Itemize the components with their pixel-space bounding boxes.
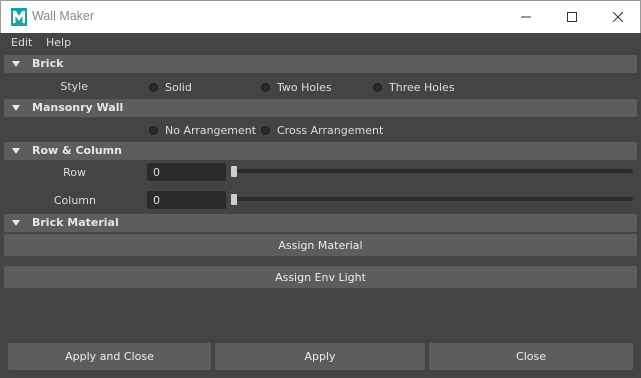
menu-edit[interactable]: Edit <box>11 36 32 49</box>
column-slider-track[interactable] <box>233 197 633 201</box>
menu-bar: Edit Help <box>0 33 641 53</box>
radio-button-icon <box>149 126 158 135</box>
row-slider-handle[interactable] <box>231 166 237 177</box>
section-rowcol-title: Row & Column <box>32 144 122 157</box>
radio-cross-arrangement[interactable]: Cross Arrangement <box>261 124 383 137</box>
apply-button[interactable]: Apply <box>215 343 425 370</box>
window-title: Wall Maker <box>32 9 95 23</box>
close-button[interactable]: Close <box>429 343 633 370</box>
collapse-triangle-icon <box>12 148 20 154</box>
minimize-button[interactable] <box>503 1 549 33</box>
close-window-button[interactable] <box>595 1 641 33</box>
row-input[interactable]: 0 <box>147 163 226 181</box>
style-label: Style <box>60 80 88 93</box>
collapse-triangle-icon <box>12 220 20 226</box>
section-brick-header[interactable]: Brick <box>4 55 637 73</box>
maximize-button[interactable] <box>549 1 595 33</box>
column-slider-handle[interactable] <box>231 194 237 205</box>
radio-two-holes-label: Two Holes <box>277 81 332 94</box>
section-material-header[interactable]: Brick Material <box>4 214 637 232</box>
radio-button-icon <box>149 83 158 92</box>
section-brick-title: Brick <box>32 57 64 70</box>
assign-env-light-button[interactable]: Assign Env Light <box>4 266 637 288</box>
maximize-icon <box>567 12 577 22</box>
apply-and-close-button[interactable]: Apply and Close <box>8 343 211 370</box>
row-slider-track[interactable] <box>233 169 633 173</box>
radio-solid-label: Solid <box>165 81 192 94</box>
radio-three-holes-label: Three Holes <box>389 81 455 94</box>
section-masonry-header[interactable]: Mansonry Wall <box>4 99 637 117</box>
radio-button-icon <box>373 83 382 92</box>
column-input[interactable]: 0 <box>147 191 226 209</box>
radio-three-holes[interactable]: Three Holes <box>373 81 455 94</box>
collapse-triangle-icon <box>12 61 20 67</box>
section-masonry-title: Mansonry Wall <box>32 101 124 114</box>
radio-button-icon <box>261 126 270 135</box>
maya-icon <box>11 8 27 26</box>
section-material-title: Brick Material <box>32 216 119 229</box>
menu-help[interactable]: Help <box>46 36 71 49</box>
minimize-icon <box>521 16 531 18</box>
column-label: Column <box>53 194 96 207</box>
section-rowcol-header[interactable]: Row & Column <box>4 142 637 160</box>
row-label: Row <box>63 166 86 179</box>
radio-two-holes[interactable]: Two Holes <box>261 81 332 94</box>
title-bar[interactable]: Wall Maker <box>0 0 641 33</box>
radio-no-arrangement-label: No Arrangement <box>165 124 257 137</box>
radio-button-icon <box>261 83 270 92</box>
radio-cross-arrangement-label: Cross Arrangement <box>277 124 384 137</box>
close-icon <box>613 12 623 22</box>
assign-material-button[interactable]: Assign Material <box>4 234 637 256</box>
radio-no-arrangement[interactable]: No Arrangement <box>149 124 256 137</box>
radio-solid[interactable]: Solid <box>149 81 192 94</box>
collapse-triangle-icon <box>12 105 20 111</box>
